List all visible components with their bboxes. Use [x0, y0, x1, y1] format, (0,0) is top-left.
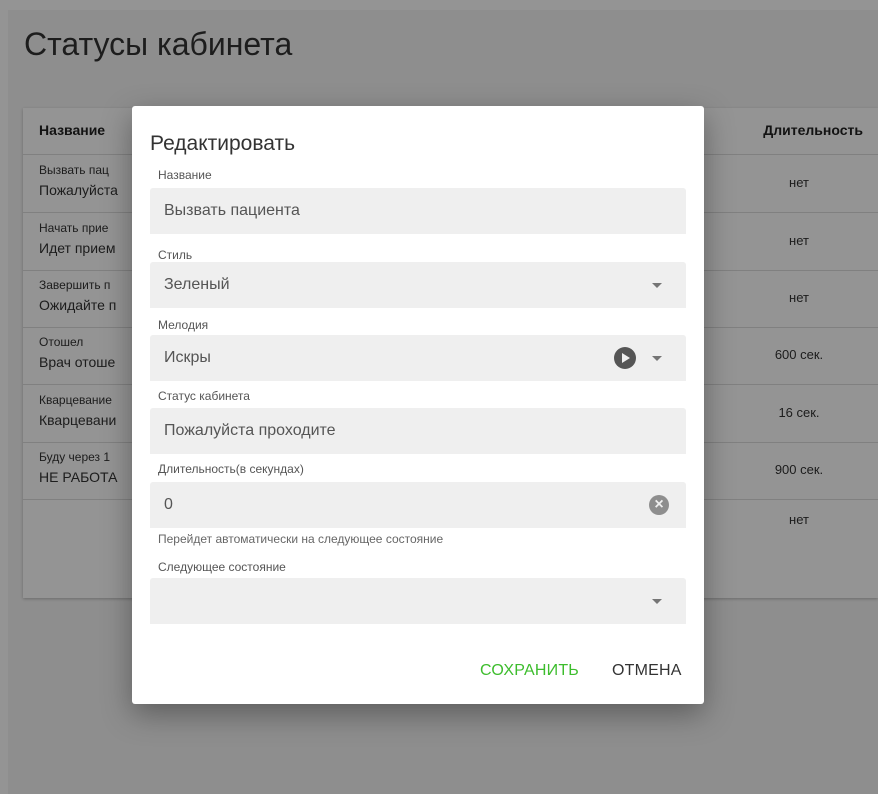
style-label: Стиль [158, 248, 193, 262]
chevron-down-icon[interactable] [652, 283, 662, 288]
style-value: Зеленый [164, 276, 230, 293]
clear-icon[interactable]: × [649, 495, 669, 515]
cabinet-status-field[interactable]: Пожалуйста проходите [150, 408, 686, 454]
name-value: Вызвать пациента [164, 202, 300, 219]
next-state-label: Следующее состояние [158, 560, 286, 574]
play-icon[interactable] [614, 347, 636, 369]
cabinet-status-value: Пожалуйста проходите [164, 422, 336, 439]
edit-status-dialog: Редактировать Название Вызвать пациента … [132, 106, 704, 704]
next-state-select[interactable] [150, 578, 686, 624]
style-select[interactable]: Зеленый [150, 262, 686, 308]
duration-value: 0 [164, 496, 173, 513]
duration-hint: Перейдет автоматически на следующее сост… [158, 532, 444, 546]
name-label: Название [158, 168, 212, 182]
chevron-down-icon[interactable] [652, 599, 662, 604]
duration-field[interactable]: 0 × [150, 482, 686, 528]
melody-value: Искры [164, 349, 211, 366]
chevron-down-icon[interactable] [652, 356, 662, 361]
melody-select[interactable]: Искры [150, 335, 686, 381]
duration-label: Длительность(в секундах) [158, 462, 304, 476]
cancel-button[interactable]: ОТМЕНА [612, 662, 682, 680]
cabinet-status-label: Статус кабинета [158, 389, 250, 403]
dialog-title: Редактировать [150, 132, 296, 155]
save-button[interactable]: СОХРАНИТЬ [480, 662, 579, 680]
name-field[interactable]: Вызвать пациента [150, 188, 686, 234]
melody-label: Мелодия [158, 318, 209, 332]
